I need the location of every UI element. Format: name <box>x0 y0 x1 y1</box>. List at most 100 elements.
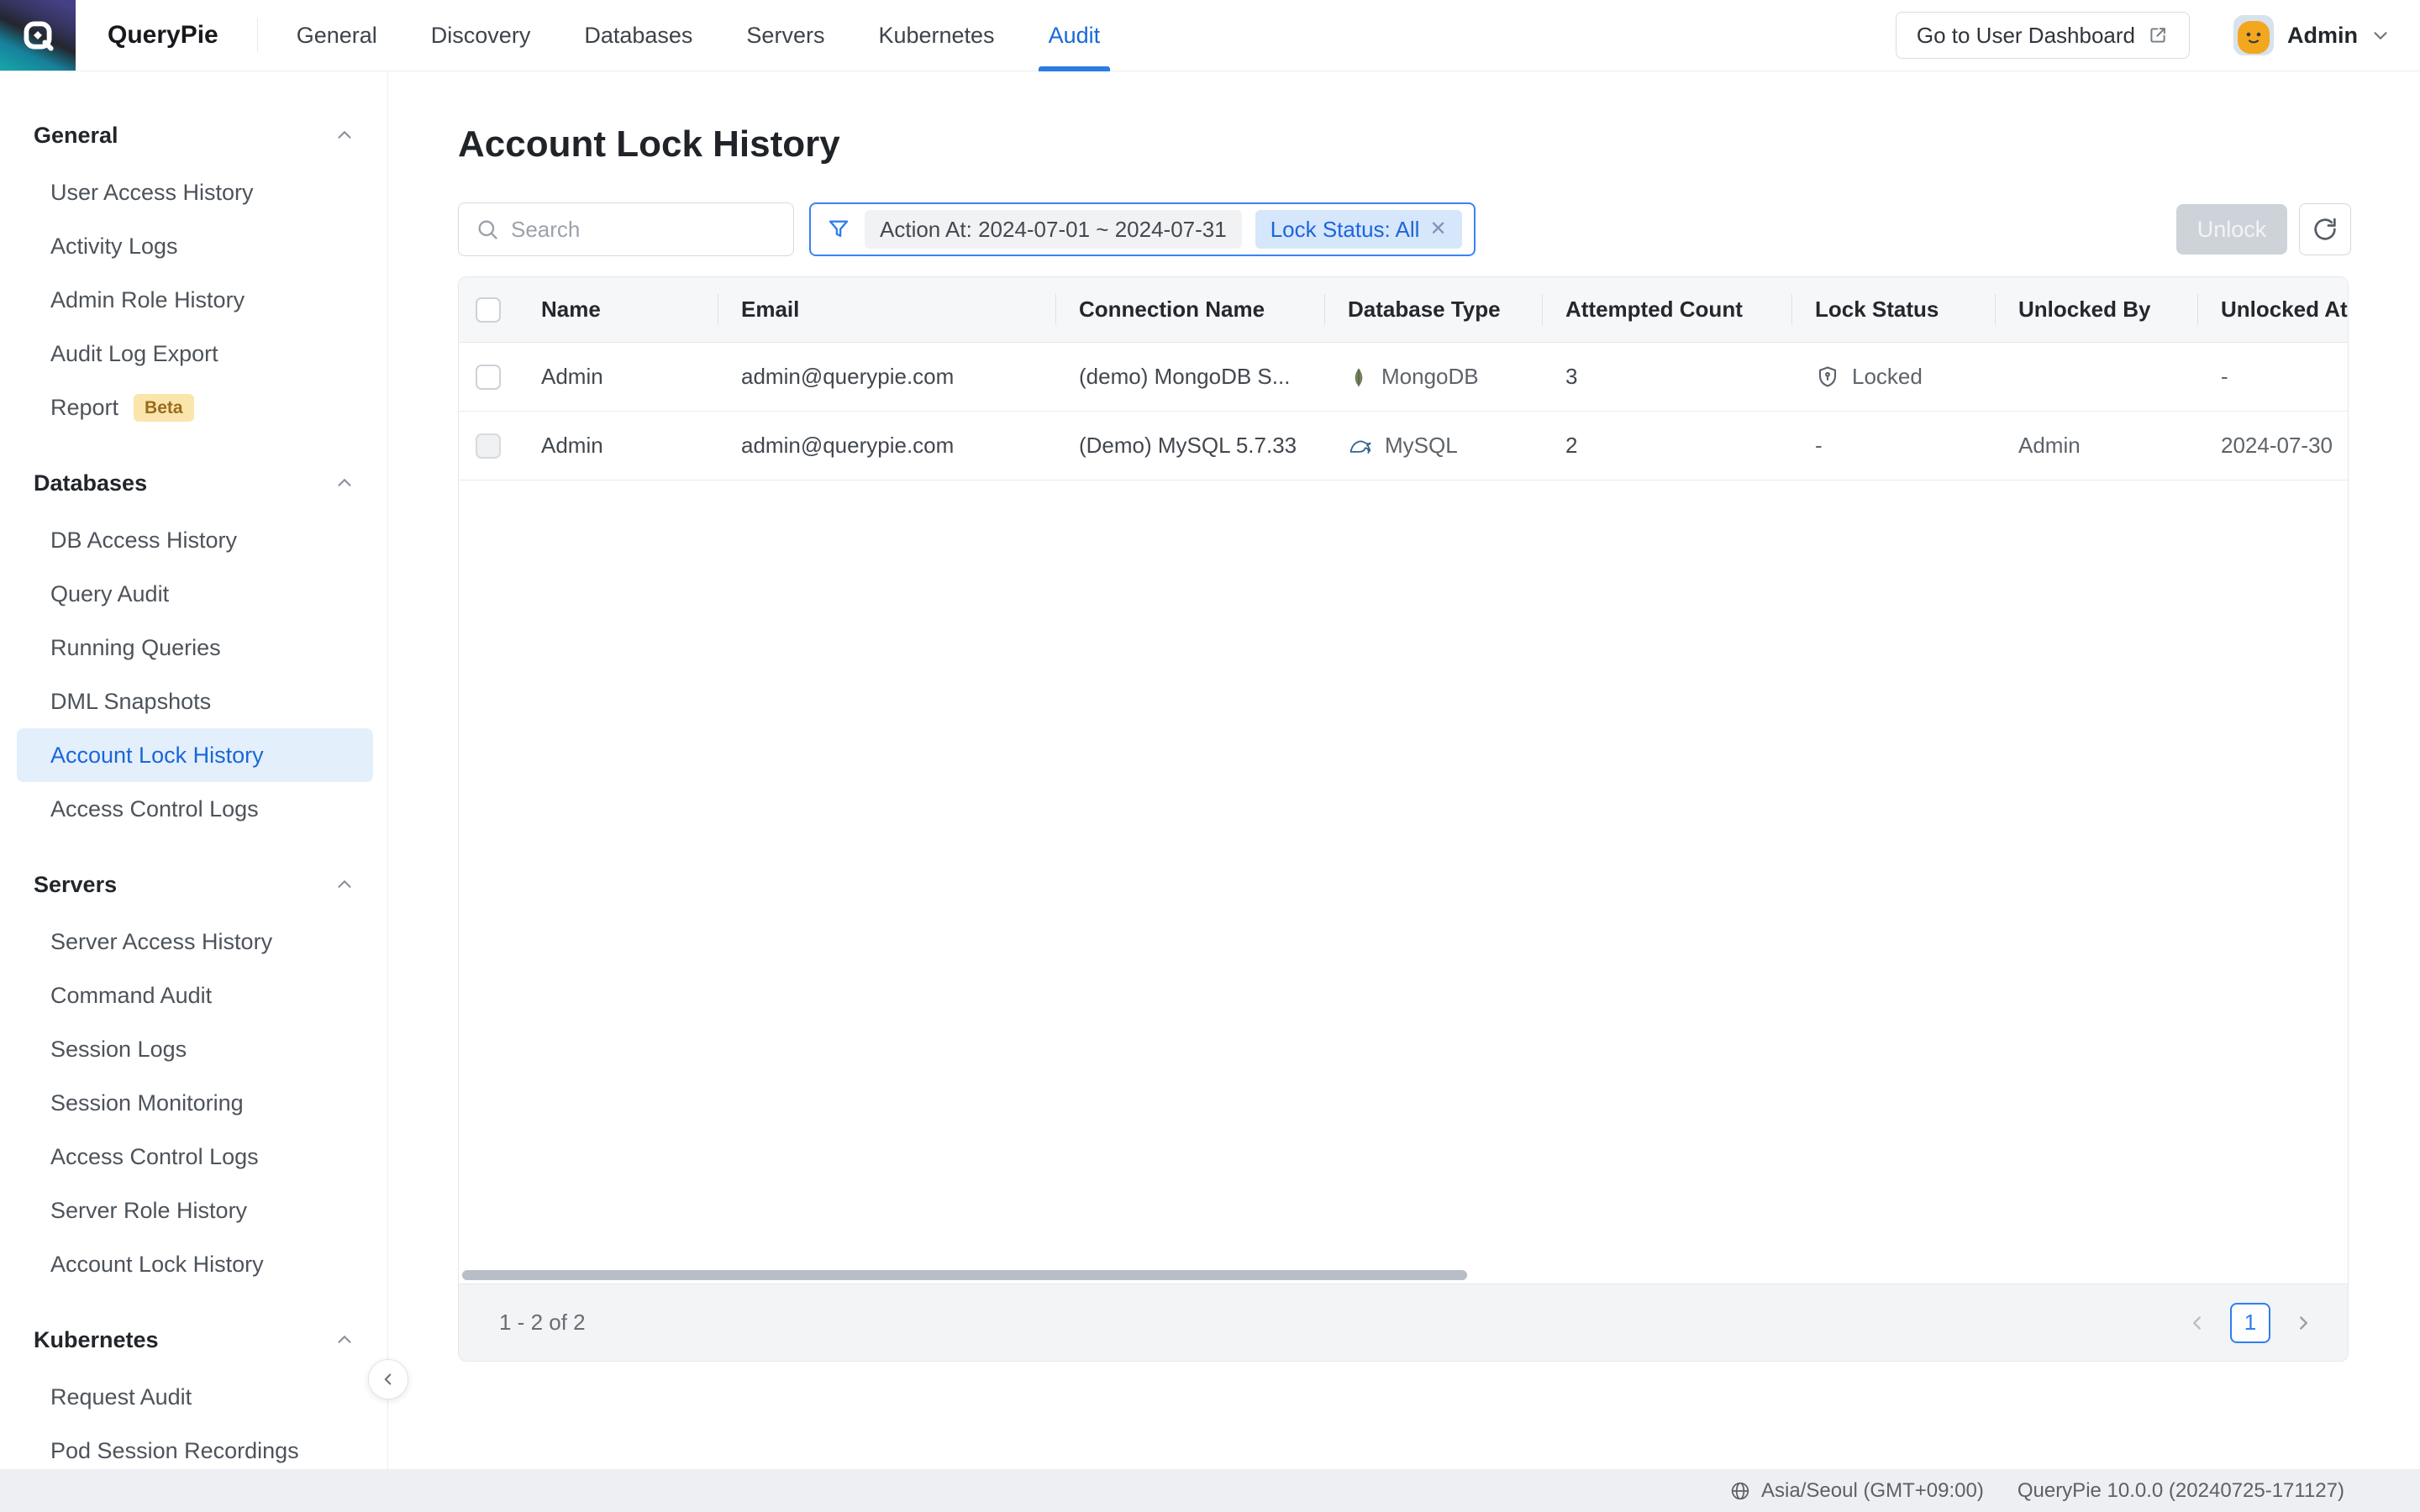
nav-audit[interactable]: Audit <box>1049 0 1101 71</box>
querypie-logo[interactable] <box>0 0 76 71</box>
chevron-left-icon <box>379 1370 397 1389</box>
chevron-down-icon <box>2370 24 2391 46</box>
sidebar-item-audit-log-export[interactable]: Audit Log Export <box>0 327 387 381</box>
section-label: Kubernetes <box>34 1327 159 1353</box>
timezone-label: Asia/Seoul (GMT+09:00) <box>1761 1479 1984 1503</box>
nav-databases[interactable]: Databases <box>584 0 692 71</box>
refresh-icon <box>2311 215 2339 244</box>
filter-bar: Action At: 2024-07-01 ~ 2024-07-31 Lock … <box>809 202 1476 256</box>
sidebar-item-access-control-logs[interactable]: Access Control Logs <box>0 782 387 836</box>
sidebar-items-servers: Server Access History Command Audit Sess… <box>0 915 387 1291</box>
sidebar-item-running-queries[interactable]: Running Queries <box>0 621 387 675</box>
search-input[interactable] <box>511 217 776 243</box>
sidebar-item-dml-snapshots[interactable]: DML Snapshots <box>0 675 387 728</box>
refresh-button[interactable] <box>2299 203 2351 255</box>
pagination-next-icon[interactable] <box>2292 1312 2314 1334</box>
col-database-type: Database Type <box>1324 277 1542 342</box>
cell-name: Admin <box>518 433 718 459</box>
account-lock-table: Name Email Connection Name Database Type… <box>458 276 2349 1362</box>
sidebar-item-user-access-history[interactable]: User Access History <box>0 165 387 219</box>
sidebar-collapse-button[interactable] <box>368 1359 408 1399</box>
shield-locked-icon <box>1815 365 1840 390</box>
nav-divider <box>257 18 258 52</box>
nav-discovery[interactable]: Discovery <box>431 0 531 71</box>
globe-icon <box>1729 1480 1751 1502</box>
sidebar-item-db-access-history[interactable]: DB Access History <box>0 513 387 567</box>
col-unlocked-by: Unlocked By <box>1995 277 2197 342</box>
sidebar-item-command-audit[interactable]: Command Audit <box>0 969 387 1022</box>
unlock-button[interactable]: Unlock <box>2176 204 2287 255</box>
close-icon[interactable]: ✕ <box>1429 219 1446 239</box>
sidebar-item-account-lock-history-active[interactable]: Account Lock History <box>17 728 373 782</box>
dashboard-button-label: Go to User Dashboard <box>1917 23 2135 49</box>
horizontal-scrollbar <box>462 1269 2344 1281</box>
cell-email: admin@querypie.com <box>718 364 1055 390</box>
nav-general[interactable]: General <box>297 0 377 71</box>
chevron-up-icon <box>334 472 355 494</box>
sidebar-items-kubernetes: Request Audit Pod Session Recordings <box>0 1370 387 1469</box>
avatar <box>2233 15 2274 55</box>
cell-name: Admin <box>518 364 718 390</box>
section-label: General <box>34 123 118 149</box>
filter-chip-action-at[interactable]: Action At: 2024-07-01 ~ 2024-07-31 <box>865 210 1242 249</box>
go-to-user-dashboard-button[interactable]: Go to User Dashboard <box>1896 12 2190 59</box>
sidebar-section-general[interactable]: General <box>0 115 387 155</box>
sidebar-item-server-account-lock-history[interactable]: Account Lock History <box>0 1237 387 1291</box>
sidebar-section-kubernetes[interactable]: Kubernetes <box>0 1320 387 1360</box>
sidebar-item-query-audit[interactable]: Query Audit <box>0 567 387 621</box>
primary-nav: General Discovery Databases Servers Kube… <box>297 0 1100 71</box>
sidebar-item-session-logs[interactable]: Session Logs <box>0 1022 387 1076</box>
table-empty-area <box>459 480 2348 1269</box>
nav-kubernetes[interactable]: Kubernetes <box>878 0 994 71</box>
cell-attempted-count: 2 <box>1542 433 1791 459</box>
select-all-checkbox[interactable] <box>476 297 501 323</box>
sidebar-item-activity-logs[interactable]: Activity Logs <box>0 219 387 273</box>
sidebar-section-servers[interactable]: Servers <box>0 864 387 905</box>
pagination-controls: 1 <box>2186 1303 2314 1343</box>
cell-unlocked-by: Admin <box>1995 433 2197 459</box>
table-header-row: Name Email Connection Name Database Type… <box>459 277 2348 343</box>
col-unlocked-at: Unlocked At <box>2197 277 2348 342</box>
col-name: Name <box>518 277 718 342</box>
sidebar-item-pod-session-recordings[interactable]: Pod Session Recordings <box>0 1424 387 1469</box>
page-title: Account Lock History <box>458 123 2351 165</box>
col-connection-name: Connection Name <box>1055 277 1324 342</box>
sidebar-item-report[interactable]: Report Beta <box>0 381 387 434</box>
col-lock-status: Lock Status <box>1791 277 1995 342</box>
sidebar-item-server-role-history[interactable]: Server Role History <box>0 1184 387 1237</box>
cell-lock-status: - <box>1791 433 1995 459</box>
horizontal-scrollbar-thumb[interactable] <box>462 1270 1467 1280</box>
section-label: Servers <box>34 872 117 898</box>
db-type-label: MySQL <box>1385 433 1458 459</box>
row-checkbox-disabled <box>476 433 501 459</box>
col-email: Email <box>718 277 1055 342</box>
status-footer: Asia/Seoul (GMT+09:00) QueryPie 10.0.0 (… <box>0 1469 2420 1512</box>
search-icon <box>476 218 499 241</box>
filter-chip-lock-status[interactable]: Lock Status: All ✕ <box>1255 210 1462 249</box>
sidebar-item-server-access-control-logs[interactable]: Access Control Logs <box>0 1130 387 1184</box>
pagination-page-1[interactable]: 1 <box>2230 1303 2270 1343</box>
beta-badge: Beta <box>134 394 194 422</box>
cell-attempted-count: 3 <box>1542 364 1791 390</box>
user-menu[interactable]: Admin <box>2233 15 2391 55</box>
sidebar: General User Access History Activity Log… <box>0 71 388 1469</box>
pagination-range: 1 - 2 of 2 <box>499 1310 586 1336</box>
user-name: Admin <box>2287 23 2358 49</box>
db-type-label: MongoDB <box>1381 364 1479 390</box>
chevron-up-icon <box>334 124 355 146</box>
row-checkbox[interactable] <box>476 365 501 390</box>
col-attempted-count: Attempted Count <box>1542 277 1791 342</box>
section-label: Databases <box>34 470 147 496</box>
querypie-logo-mark-icon <box>18 16 57 55</box>
sidebar-item-server-access-history[interactable]: Server Access History <box>0 915 387 969</box>
chevron-up-icon <box>334 874 355 895</box>
pagination-prev-icon[interactable] <box>2186 1312 2208 1334</box>
cell-unlocked-at: 2024-07-30 <box>2197 433 2348 459</box>
sidebar-item-label: Report <box>50 395 118 421</box>
sidebar-section-databases[interactable]: Databases <box>0 463 387 503</box>
sidebar-item-session-monitoring[interactable]: Session Monitoring <box>0 1076 387 1130</box>
nav-servers[interactable]: Servers <box>746 0 824 71</box>
sidebar-item-request-audit[interactable]: Request Audit <box>0 1370 387 1424</box>
filter-funnel-icon[interactable] <box>826 217 851 242</box>
sidebar-item-admin-role-history[interactable]: Admin Role History <box>0 273 387 327</box>
